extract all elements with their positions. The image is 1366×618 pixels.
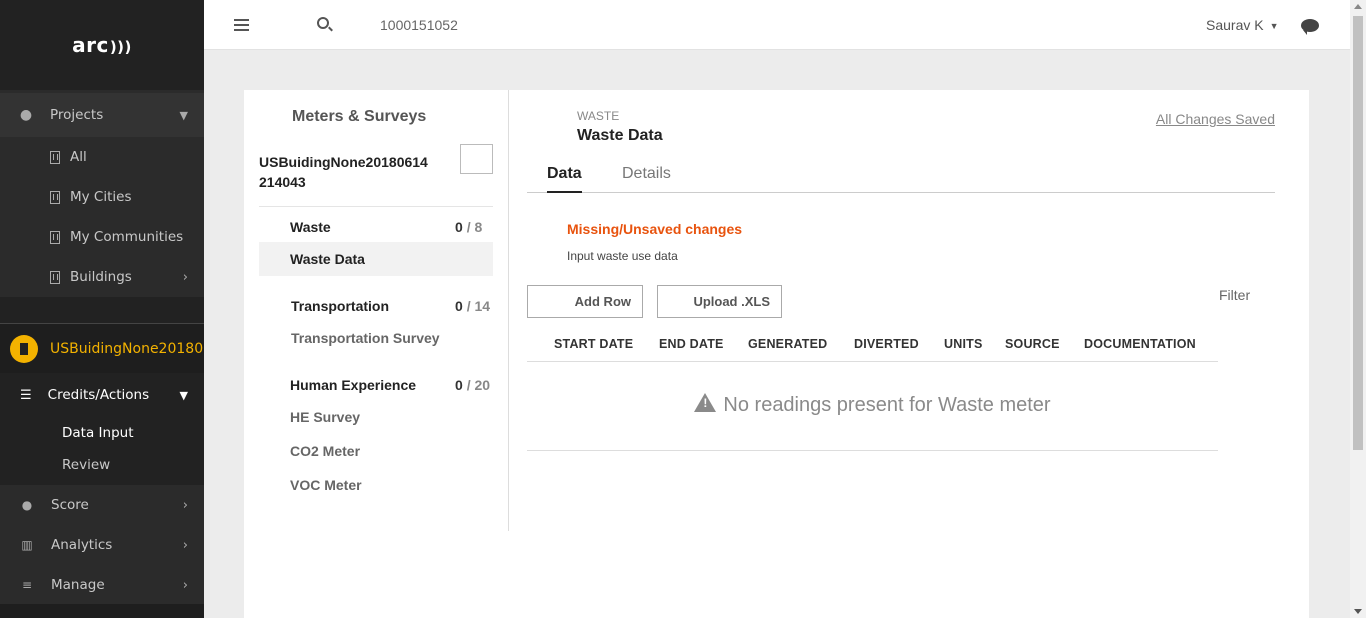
nav-item-label: Buildings	[70, 269, 132, 285]
upload-xls-button[interactable]: Upload .XLS	[657, 285, 782, 318]
building-icon	[50, 150, 60, 164]
column-header[interactable]: DIVERTED	[854, 337, 919, 351]
nav-item-label: Review	[62, 457, 111, 473]
add-row-button[interactable]: Add Row	[527, 285, 643, 318]
user-menu[interactable]: Saurav K ▼	[1206, 17, 1279, 33]
scroll-thumb[interactable]	[1353, 16, 1363, 450]
nav-projects-my-cities[interactable]: My Cities	[0, 177, 204, 217]
category-waste: Waste	[290, 219, 331, 235]
list-icon: ☰	[20, 387, 32, 403]
building-badge-icon	[10, 334, 38, 363]
building-image-box[interactable]	[460, 144, 493, 174]
unsaved-warning: Missing/Unsaved changes	[567, 221, 743, 237]
top-bar: 1000151052 Saurav K ▼	[204, 0, 1350, 50]
nav-item-label: My Communities	[70, 229, 184, 245]
meter-co2[interactable]: CO2 Meter	[290, 443, 360, 459]
filter-button[interactable]: Filter	[1219, 287, 1250, 303]
search-value[interactable]: 1000151052	[380, 17, 458, 33]
user-name: Saurav K	[1206, 17, 1264, 33]
column-header[interactable]: END DATE	[659, 337, 724, 351]
chevron-right-icon: ›	[182, 497, 188, 513]
nav-credits-actions[interactable]: ☰ Credits/Actions ▼	[0, 373, 204, 417]
building-name: USBuidingNone20180614 214043	[259, 154, 428, 190]
column-header[interactable]: UNITS	[944, 337, 983, 351]
chevron-down-icon: ▼	[179, 388, 188, 402]
save-status-link[interactable]: All Changes Saved	[1156, 111, 1275, 127]
meters-title: Meters & Surveys	[292, 108, 427, 125]
nav-item-label: My Cities	[70, 189, 132, 205]
meter-waste-data[interactable]: Waste Data	[259, 242, 493, 276]
chevron-right-icon: ›	[182, 537, 188, 553]
nav-score[interactable]: ● Score ›	[0, 485, 204, 525]
project-name: USBuidingNone20180614214043	[50, 340, 204, 357]
meter-transportation-survey[interactable]: Transportation Survey	[291, 330, 440, 346]
meters-panel: Meters & Surveys USBuidingNone20180614 2…	[244, 90, 509, 531]
globe-icon: ●	[19, 107, 33, 123]
category-count: 0 / 20	[455, 377, 491, 393]
category-count: 0 / 8	[455, 219, 483, 235]
chevron-right-icon: ›	[182, 577, 188, 593]
meter-title: Waste Data	[577, 127, 663, 144]
scroll-up-icon[interactable]	[1354, 4, 1362, 9]
nav-data-input[interactable]: Data Input	[0, 417, 204, 449]
chevron-right-icon: ›	[182, 269, 188, 285]
column-header[interactable]: SOURCE	[1005, 337, 1060, 351]
nav-item-label: Data Input	[62, 425, 134, 441]
chevron-down-icon: ▼	[179, 108, 188, 122]
tab-details[interactable]: Details	[622, 165, 671, 183]
bar-chart-icon: ▥	[21, 538, 33, 552]
nav-item-label: Manage	[51, 577, 105, 593]
meter-category-label: WASTE	[577, 109, 620, 123]
meter-he-survey[interactable]: HE Survey	[290, 409, 360, 425]
hamburger-menu-icon[interactable]	[234, 19, 249, 34]
input-hint: Input waste use data	[567, 249, 678, 263]
nav-projects[interactable]: ● Projects ▼	[0, 93, 204, 137]
logo-text: arc	[72, 33, 109, 57]
nav-review[interactable]: Review	[0, 449, 204, 481]
category-count: 0 / 14	[455, 298, 491, 314]
logo-waves-icon: )))	[109, 38, 132, 56]
search-icon[interactable]	[317, 17, 329, 29]
current-project[interactable]: USBuidingNone20180614214043	[0, 323, 204, 373]
nav-projects-buildings[interactable]: Buildings ›	[0, 257, 204, 297]
meter-voc[interactable]: VOC Meter	[290, 477, 362, 493]
category-human-experience: Human Experience	[290, 377, 417, 393]
sidebar: arc))) ● Projects ▼ All My Cities My Com…	[0, 0, 204, 618]
readings-table-header: START DATE END DATE GENERATED DIVERTED U…	[527, 335, 1218, 362]
tab-data[interactable]: Data	[547, 165, 582, 193]
building-icon	[50, 190, 60, 204]
building-icon	[50, 230, 60, 244]
empty-message: No readings present for Waste meter	[723, 394, 1051, 416]
empty-state: No readings present for Waste meter	[527, 393, 1218, 417]
page-scrollbar[interactable]	[1350, 0, 1366, 618]
nav-item-label: Score	[51, 497, 89, 513]
caret-down-icon: ▼	[1269, 21, 1279, 32]
column-header[interactable]: DOCUMENTATION	[1084, 337, 1196, 351]
logo[interactable]: arc)))	[0, 0, 204, 90]
column-header[interactable]: GENERATED	[748, 337, 827, 351]
nav-analytics[interactable]: ▥ Analytics ›	[0, 525, 204, 565]
nav-item-label: All	[70, 149, 87, 165]
main-card: Meters & Surveys USBuidingNone20180614 2…	[244, 90, 1309, 618]
circle-icon: ●	[21, 498, 33, 512]
nav-item-label: Analytics	[51, 537, 113, 553]
chat-icon[interactable]	[1301, 19, 1319, 35]
nav-manage[interactable]: ≡ Manage ›	[0, 565, 204, 605]
sliders-icon: ≡	[21, 578, 33, 592]
meter-detail-panel: WASTE Waste Data All Changes Saved Data …	[527, 90, 1277, 530]
building-icon	[50, 270, 60, 284]
detail-tabs: Data Details	[527, 160, 1275, 193]
column-header[interactable]: START DATE	[554, 337, 633, 351]
nav-credits-label: Credits/Actions	[47, 387, 150, 403]
nav-projects-my-communities[interactable]: My Communities	[0, 217, 204, 257]
scroll-down-icon[interactable]	[1354, 609, 1362, 614]
nav-projects-all[interactable]: All	[0, 137, 204, 177]
warning-icon	[694, 393, 717, 412]
category-transportation: Transportation	[291, 298, 390, 314]
nav-projects-label: Projects	[50, 107, 104, 123]
